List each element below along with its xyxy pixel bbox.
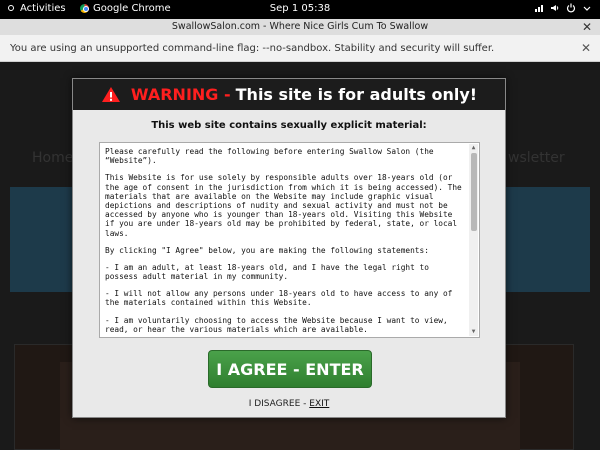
terms-paragraph: By clicking "I Agree" below, you are mak… [105, 245, 429, 255]
terms-paragraph: This Website is for use solely by respon… [105, 173, 462, 238]
terms-paragraph: Please carefully read the following befo… [105, 147, 434, 166]
window-title-bar[interactable]: SwallowSalon.com - Where Nice Girls Cum … [0, 19, 600, 35]
clock[interactable]: Sep 1 05:38 [0, 3, 600, 14]
disagree-label: I DISAGREE - [248, 399, 310, 409]
warning-icon [101, 87, 120, 102]
exit-link[interactable]: EXIT [309, 399, 329, 409]
warning-message: This site is for adults only! [235, 85, 478, 104]
warning-word: WARNING - [130, 85, 231, 104]
modal-subtitle: This web site contains sexually explicit… [151, 120, 427, 131]
terms-paragraph: - I am an adult, at least 18-years old, … [105, 262, 429, 282]
modal-header: WARNING - This site is for adults only! [73, 79, 505, 110]
infobar-close-button[interactable]: ✕ [581, 35, 591, 62]
infobar-message: You are using an unsupported command-lin… [10, 43, 495, 54]
terms-textarea[interactable]: Please carefully read the following befo… [99, 142, 480, 338]
system-top-bar: Activities Google Chrome Sep 1 05:38 [0, 0, 600, 19]
chevron-down-icon [583, 6, 591, 11]
power-icon [566, 3, 576, 13]
terms-paragraph: - I will not allow any persons under 18-… [105, 289, 453, 308]
window-title: SwallowSalon.com - Where Nice Girls Cum … [171, 21, 429, 32]
unsupported-flag-infobar: You are using an unsupported command-lin… [0, 35, 600, 62]
window-close-button[interactable]: ✕ [582, 19, 592, 35]
nav-newsletter-link[interactable]: wsletter [508, 150, 565, 166]
age-verification-modal: WARNING - This site is for adults only! … [72, 78, 506, 418]
agree-enter-button[interactable]: I AGREE - ENTER [208, 350, 372, 388]
system-tray[interactable] [534, 3, 592, 13]
network-icon [535, 5, 543, 12]
scrollbar-thumb[interactable] [471, 153, 477, 231]
terms-paragraph: - I am voluntarily choosing to access th… [105, 315, 448, 334]
volume-icon [551, 5, 559, 11]
disagree-line: I DISAGREE - EXIT [73, 399, 505, 409]
scroll-up-arrow-icon[interactable]: ▲ [470, 145, 477, 151]
scroll-down-arrow-icon[interactable]: ▼ [470, 329, 477, 335]
nav-home-link[interactable]: Home [32, 150, 73, 166]
